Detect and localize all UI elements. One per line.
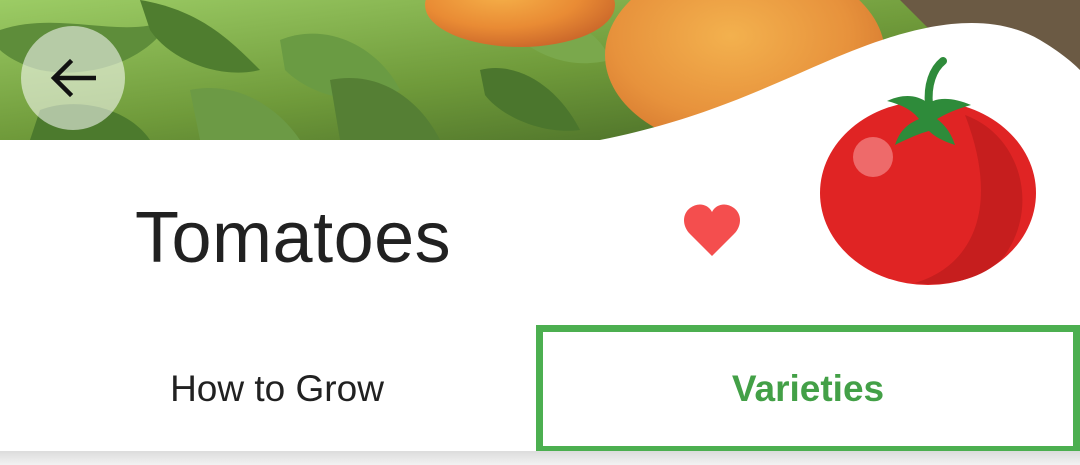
arrow-left-icon <box>50 58 96 98</box>
plant-detail-screen: Tomatoes How to Grow Varieties <box>0 0 1080 465</box>
tab-bar-shadow <box>0 451 1080 465</box>
tab-label: Varieties <box>731 368 885 409</box>
page-title: Tomatoes <box>135 198 452 278</box>
heart-icon <box>684 204 740 256</box>
favorite-button[interactable] <box>682 202 742 260</box>
tab-bar: How to Grow Varieties <box>0 325 1080 453</box>
tomato-illustration <box>815 55 1040 287</box>
tab-how-to-grow[interactable]: How to Grow <box>0 325 540 453</box>
back-button[interactable] <box>21 26 125 130</box>
tab-varieties[interactable]: Varieties <box>536 325 1080 453</box>
tab-label: How to Grow <box>170 368 384 409</box>
